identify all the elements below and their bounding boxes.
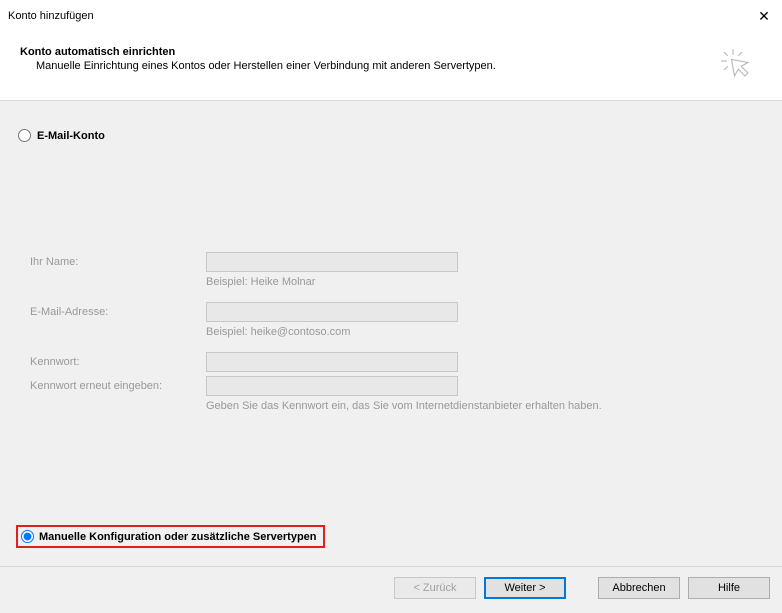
back-button: < Zurück — [394, 577, 476, 599]
email-field — [206, 302, 458, 322]
password-repeat-row: Kennwort erneut eingeben: — [30, 376, 764, 396]
manual-config-radio[interactable] — [21, 530, 34, 543]
password-row: Kennwort: — [30, 352, 764, 372]
password-repeat-field — [206, 376, 458, 396]
email-label: E-Mail-Adresse: — [30, 306, 206, 318]
window-title: Konto hinzufügen — [8, 10, 94, 22]
wizard-header: Konto automatisch einrichten Manuelle Ei… — [0, 32, 782, 100]
manual-config-label: Manuelle Konfiguration oder zusätzliche … — [39, 531, 317, 543]
email-account-label: E-Mail-Konto — [37, 130, 105, 142]
close-icon[interactable]: ✕ — [754, 6, 774, 26]
name-label: Ihr Name: — [30, 256, 206, 268]
email-account-radio[interactable] — [18, 129, 31, 142]
manual-config-option[interactable]: Manuelle Konfiguration oder zusätzliche … — [16, 525, 325, 548]
next-button[interactable]: Weiter > — [484, 577, 566, 599]
titlebar: Konto hinzufügen ✕ — [0, 0, 782, 32]
header-title: Konto automatisch einrichten — [20, 46, 718, 58]
name-row: Ihr Name: — [30, 252, 764, 272]
email-account-option[interactable]: E-Mail-Konto — [18, 129, 764, 142]
cursor-click-icon — [718, 46, 758, 86]
footer: < Zurück Weiter > Abbrechen Hilfe — [0, 566, 782, 613]
password-repeat-label: Kennwort erneut eingeben: — [30, 380, 206, 392]
form-area: Ihr Name: Beispiel: Heike Molnar E-Mail-… — [30, 252, 764, 412]
email-hint: Beispiel: heike@contoso.com — [206, 326, 764, 338]
help-button[interactable]: Hilfe — [688, 577, 770, 599]
cancel-button[interactable]: Abbrechen — [598, 577, 680, 599]
password-field — [206, 352, 458, 372]
password-hint: Geben Sie das Kennwort ein, das Sie vom … — [206, 400, 764, 412]
name-field — [206, 252, 458, 272]
email-row: E-Mail-Adresse: — [30, 302, 764, 322]
name-hint: Beispiel: Heike Molnar — [206, 276, 764, 288]
footer-spacer — [574, 577, 590, 599]
header-subtitle: Manuelle Einrichtung eines Kontos oder H… — [36, 60, 718, 72]
password-label: Kennwort: — [30, 356, 206, 368]
content-area: E-Mail-Konto Ihr Name: Beispiel: Heike M… — [0, 101, 782, 566]
header-text: Konto automatisch einrichten Manuelle Ei… — [20, 46, 718, 72]
